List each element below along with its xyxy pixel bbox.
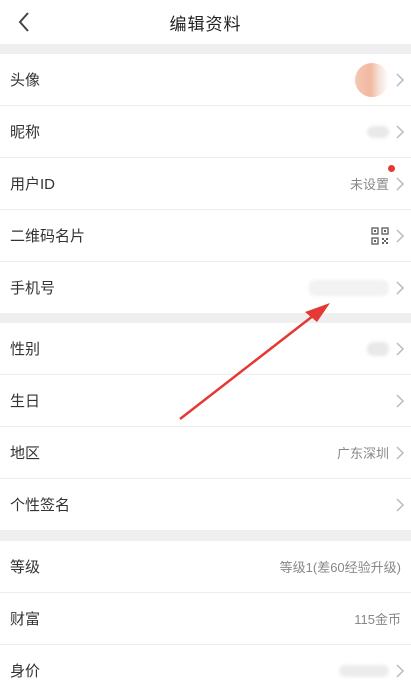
signature-label: 个性签名	[10, 497, 71, 514]
signature-row[interactable]: 个性签名	[0, 479, 411, 530]
chevron-right-icon	[396, 72, 405, 87]
gender-label: 性别	[10, 341, 41, 358]
chevron-right-icon	[396, 280, 405, 295]
chevron-right-icon	[396, 497, 405, 512]
birthday-row[interactable]: 生日	[0, 375, 411, 427]
profile-section-basic: 头像 昵称 用户ID 未设置 二维码名片 手机号	[0, 54, 411, 313]
top-bar: 编辑资料	[0, 0, 411, 44]
chevron-right-icon	[396, 341, 405, 356]
wealth-value: 115金币	[354, 612, 401, 627]
wealth-row: 财富 115金币	[0, 593, 411, 645]
chevron-left-icon	[18, 12, 29, 32]
region-row[interactable]: 地区 广东深圳	[0, 427, 411, 479]
section-divider	[0, 314, 411, 323]
qr-code-icon	[371, 226, 389, 245]
avatar-row[interactable]: 头像	[0, 54, 411, 106]
notification-dot	[388, 165, 395, 172]
qr-card-label: 二维码名片	[10, 228, 86, 245]
gender-row[interactable]: 性别	[0, 323, 411, 375]
gender-value-blurred	[367, 341, 389, 356]
worth-row[interactable]: 身价	[0, 645, 411, 696]
profile-section-stats: 等级 等级1(差60经验升级) 财富 115金币 身价	[0, 541, 411, 696]
phone-label: 手机号	[10, 280, 56, 297]
chevron-right-icon	[396, 228, 405, 243]
page-title: 编辑资料	[169, 14, 242, 34]
chevron-right-icon	[396, 663, 405, 678]
chevron-right-icon	[396, 393, 405, 408]
nickname-row[interactable]: 昵称	[0, 106, 411, 158]
profile-section-personal: 性别 生日 地区 广东深圳 个性签名	[0, 323, 411, 530]
avatar	[355, 62, 389, 97]
user-id-label: 用户ID	[10, 176, 56, 193]
user-id-value: 未设置	[349, 177, 389, 192]
section-divider	[0, 44, 411, 54]
worth-label: 身价	[10, 663, 41, 680]
level-value: 等级1(差60经验升级)	[279, 560, 401, 575]
wealth-label: 财富	[10, 611, 41, 628]
nickname-value-blurred	[367, 125, 389, 138]
birthday-label: 生日	[10, 393, 41, 410]
chevron-right-icon	[396, 124, 405, 139]
worth-value-blurred	[339, 664, 389, 677]
chevron-right-icon	[396, 176, 405, 191]
level-row: 等级 等级1(差60经验升级)	[0, 541, 411, 593]
back-button[interactable]	[6, 4, 42, 40]
qr-card-row[interactable]: 二维码名片	[0, 210, 411, 262]
section-divider	[0, 531, 411, 541]
region-value: 广东深圳	[336, 446, 389, 461]
level-label: 等级	[10, 559, 41, 576]
chevron-right-icon	[396, 445, 405, 460]
phone-row[interactable]: 手机号	[0, 262, 411, 313]
region-label: 地区	[10, 445, 41, 462]
user-id-row[interactable]: 用户ID 未设置	[0, 158, 411, 210]
nickname-label: 昵称	[10, 124, 41, 141]
avatar-label: 头像	[10, 72, 41, 89]
phone-value-blurred	[309, 279, 389, 296]
